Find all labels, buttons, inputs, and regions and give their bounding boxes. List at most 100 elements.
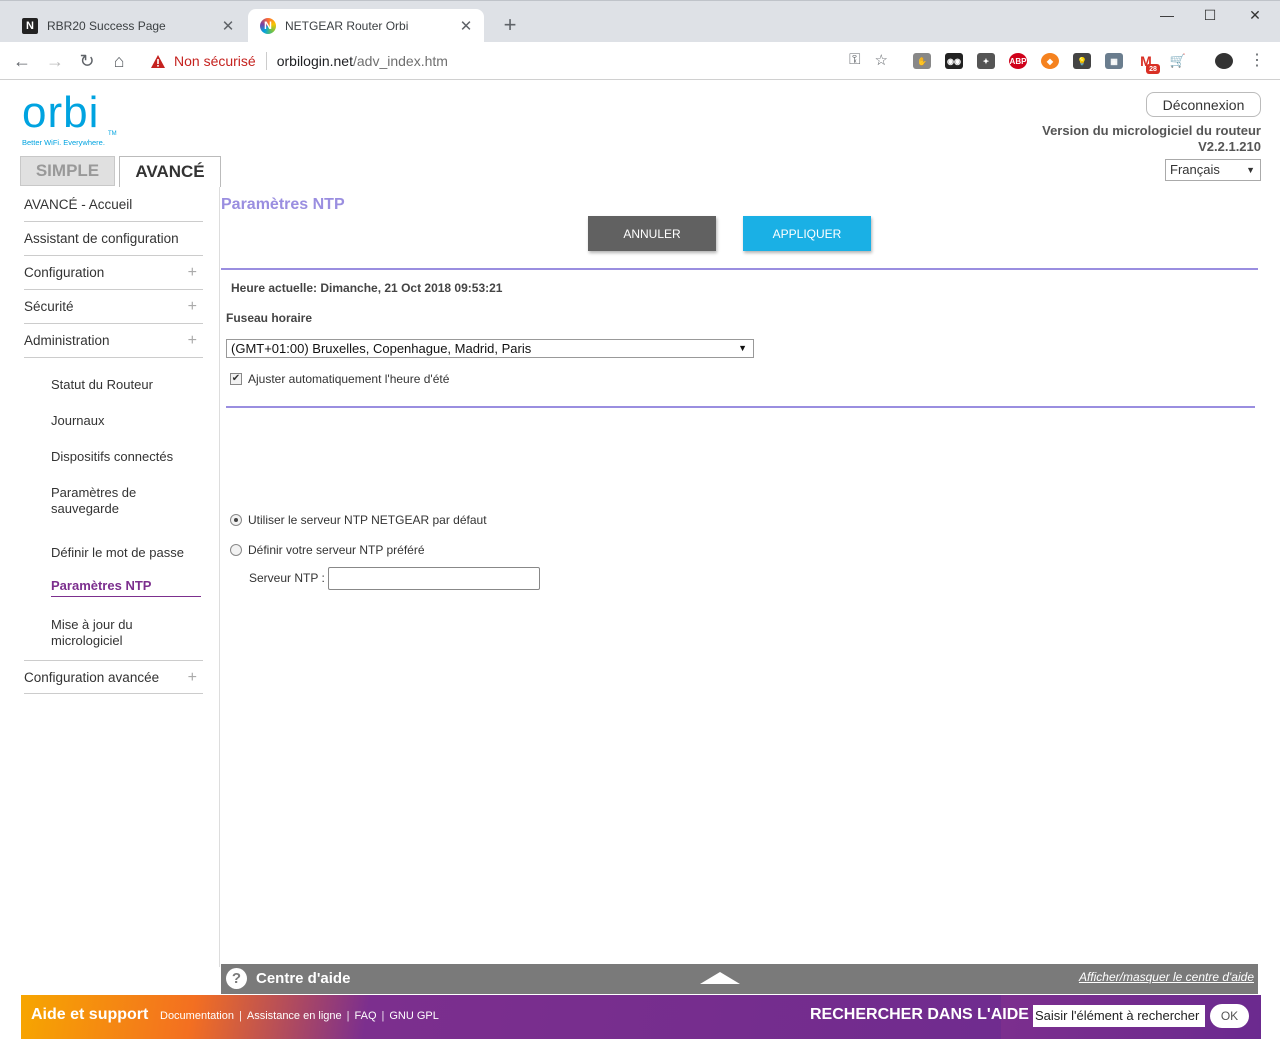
close-window-icon[interactable]: ✕: [1245, 7, 1265, 24]
sidebar-subitem-backup-settings[interactable]: Paramètres de sauvegarde: [51, 485, 151, 517]
link-documentation[interactable]: Documentation: [160, 1010, 234, 1022]
sidebar-item-security[interactable]: Sécurité +: [24, 290, 203, 324]
plus-icon[interactable]: +: [188, 290, 197, 324]
apply-button[interactable]: APPLIQUER: [743, 216, 871, 251]
divider: [226, 406, 1255, 408]
maximize-icon[interactable]: ☐: [1200, 7, 1220, 24]
sidebar-subitem-connected-devices[interactable]: Dispositifs connectés: [51, 449, 201, 465]
language-select[interactable]: Français ▼: [1165, 159, 1261, 181]
radio-default-ntp[interactable]: [230, 514, 242, 526]
footer-title: Aide et support: [31, 1006, 149, 1023]
chevron-down-icon: ▼: [738, 343, 747, 353]
sidebar-item-setup-wizard[interactable]: Assistant de configuration: [24, 222, 203, 256]
help-toggle-link[interactable]: Afficher/masquer le centre d'aide: [1079, 970, 1254, 984]
router-page: orbi TM Better WiFi. Everywhere. SIMPLE …: [0, 81, 1280, 1040]
adblock-icon[interactable]: ABP: [1009, 53, 1027, 69]
tab-label: RBR20 Success Page: [47, 19, 166, 33]
sidebar-subitem-logs[interactable]: Journaux: [51, 413, 201, 429]
address-bar[interactable]: Non sécurisé orbilogin.net/adv_index.htm…: [140, 47, 896, 75]
timezone-label: Fuseau horaire: [226, 311, 313, 325]
orbi-logo: orbi TM Better WiFi. Everywhere.: [22, 88, 117, 148]
browser-tabstrip: N RBR20 Success Page ✕ N NETGEAR Router …: [0, 0, 1280, 43]
footer: Aide et support Documentation | Assistan…: [21, 995, 1261, 1039]
omnibox-actions: ⚿ ☆: [849, 51, 888, 69]
dst-checkbox[interactable]: ✔: [230, 373, 242, 385]
sidebar-subitem-router-status[interactable]: Statut du Routeur: [51, 377, 201, 393]
avatar[interactable]: [1215, 53, 1233, 69]
extension-lightbulb-icon[interactable]: 💡: [1073, 53, 1091, 69]
help-center-title: Centre d'aide: [256, 970, 351, 987]
minimize-icon[interactable]: —: [1157, 7, 1177, 23]
close-icon[interactable]: ✕: [220, 17, 236, 35]
timezone-select[interactable]: (GMT+01:00) Bruxelles, Copenhague, Madri…: [226, 339, 754, 358]
link-gnu-gpl[interactable]: GNU GPL: [389, 1010, 439, 1022]
forward-icon[interactable]: →: [44, 50, 66, 72]
logout-button[interactable]: Déconnexion: [1146, 92, 1261, 117]
help-search-label: RECHERCHER DANS L'AIDE: [810, 1006, 1029, 1023]
sidebar-item-advanced-setup[interactable]: Configuration avancée +: [24, 660, 203, 694]
reload-icon[interactable]: ↻: [76, 50, 98, 72]
home-icon[interactable]: ⌂: [108, 50, 130, 72]
question-icon: ?: [226, 968, 247, 989]
menu-icon[interactable]: ⋮: [1246, 50, 1268, 72]
sidebar-item-advanced-home[interactable]: AVANCÉ - Accueil: [24, 188, 203, 222]
ntp-server-input[interactable]: [328, 567, 540, 590]
new-tab-icon[interactable]: +: [500, 14, 520, 36]
plus-icon[interactable]: +: [188, 256, 197, 290]
firmware-version: V2.2.1.210: [1198, 139, 1261, 154]
url-path: /adv_index.htm: [352, 53, 448, 69]
browser-toolbar: ← → ↻ ⌂ Non sécurisé orbilogin.net/adv_i…: [0, 42, 1280, 80]
extension-orange-icon[interactable]: ◆: [1041, 53, 1059, 69]
logo-tagline: Better WiFi. Everywhere.: [22, 138, 105, 147]
link-separator: |: [239, 1010, 242, 1022]
radio-custom-ntp-label: Définir votre serveur NTP préféré: [248, 543, 425, 557]
sidebar-item-configuration[interactable]: Configuration +: [24, 256, 203, 290]
current-time: Heure actuelle: Dimanche, 21 Oct 2018 09…: [231, 281, 503, 295]
help-center-bar: ? Centre d'aide Afficher/masquer le cent…: [221, 964, 1258, 994]
sidebar-item-label: Assistant de configuration: [24, 231, 179, 246]
expand-arrow-icon[interactable]: [700, 972, 740, 984]
sidebar-subitem-set-password[interactable]: Définir le mot de passe: [51, 545, 201, 561]
footer-links: Documentation | Assistance en ligne | FA…: [160, 1010, 439, 1022]
security-status[interactable]: Non sécurisé: [174, 53, 256, 69]
page-title: Paramètres NTP: [221, 196, 345, 213]
search-ok-button[interactable]: OK: [1210, 1004, 1249, 1028]
radio-custom-ntp[interactable]: [230, 544, 242, 556]
close-icon[interactable]: ✕: [458, 17, 474, 35]
sidebar-subitem-firmware-update[interactable]: Mise à jour du micrologiciel: [51, 617, 151, 649]
extension-hand-icon[interactable]: ✋: [913, 53, 931, 69]
orbi-icon: N: [260, 18, 276, 34]
extension-image-icon[interactable]: ▦: [1105, 53, 1123, 69]
browser-tab-orbi[interactable]: N NETGEAR Router Orbi ✕: [248, 9, 484, 43]
radio-default-ntp-row[interactable]: Utiliser le serveur NTP NETGEAR par défa…: [230, 513, 487, 527]
tab-simple[interactable]: SIMPLE: [20, 156, 115, 186]
link-separator: |: [346, 1010, 350, 1022]
dst-checkbox-row[interactable]: ✔ Ajuster automatiquement l'heure d'été: [230, 372, 449, 386]
plus-icon[interactable]: +: [188, 661, 197, 695]
link-faq[interactable]: FAQ: [355, 1010, 377, 1022]
chevron-down-icon: ▼: [1246, 165, 1255, 175]
radio-default-ntp-label: Utiliser le serveur NTP NETGEAR par défa…: [248, 513, 487, 527]
help-search-input[interactable]: Saisir l'élément à rechercher: [1033, 1005, 1205, 1027]
extension-glasses-icon[interactable]: ◉◉: [945, 53, 963, 69]
language-value: Français: [1170, 162, 1220, 177]
key-icon[interactable]: ⚿: [849, 51, 860, 69]
dst-label: Ajuster automatiquement l'heure d'été: [248, 372, 450, 386]
extension-puzzle-icon[interactable]: ✦: [977, 53, 995, 69]
sidebar-subitem-ntp-settings[interactable]: Paramètres NTP: [51, 578, 201, 597]
netgear-n-icon: N: [22, 18, 38, 34]
sidebar-item-administration[interactable]: Administration +: [24, 324, 203, 358]
tab-advanced[interactable]: AVANCÉ: [119, 156, 221, 187]
link-online-support[interactable]: Assistance en ligne: [247, 1010, 342, 1022]
radio-custom-ntp-row[interactable]: Définir votre serveur NTP préféré: [230, 543, 425, 557]
back-icon[interactable]: ←: [11, 50, 33, 72]
plus-icon[interactable]: +: [188, 324, 197, 358]
logo-tm: TM: [108, 131, 117, 137]
cancel-button[interactable]: ANNULER: [588, 216, 716, 251]
logo-wordmark: orbi: [22, 88, 100, 137]
browser-tab-rbr20[interactable]: N RBR20 Success Page ✕: [10, 9, 246, 43]
cart-icon[interactable]: 🛒: [1169, 53, 1187, 69]
gmail-badge: 28: [1146, 64, 1160, 74]
star-icon[interactable]: ☆: [875, 51, 888, 69]
divider: [221, 268, 1258, 270]
